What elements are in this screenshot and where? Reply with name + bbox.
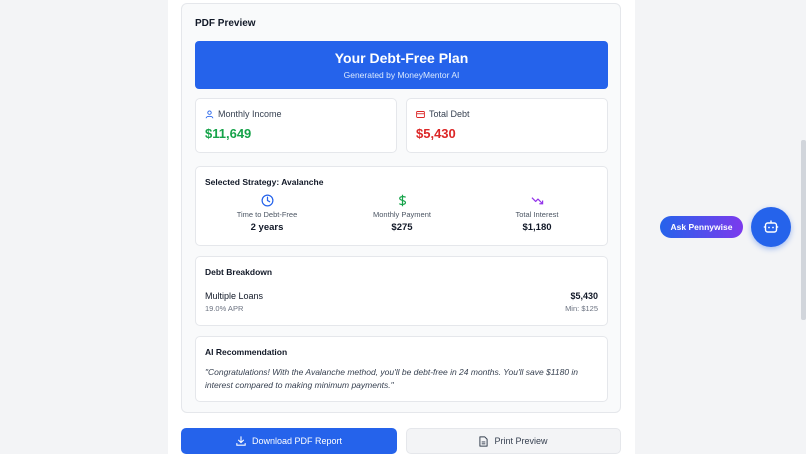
pdf-preview-card: PDF Preview Your Debt-Free Plan Generate…: [181, 3, 621, 413]
user-icon: [205, 110, 214, 119]
download-label: Download PDF Report: [251, 436, 343, 446]
recommendation-title: AI Recommendation: [205, 347, 288, 357]
credit-card-icon: [416, 111, 425, 118]
monthly-income-card: Monthly Income $11,649: [195, 98, 397, 153]
recommendation-text: "Congratulations! With the Avalanche met…: [205, 367, 579, 390]
income-label: Monthly Income: [218, 109, 282, 119]
breakdown-title: Debt Breakdown: [205, 267, 273, 277]
metric-interest: Total Interest $1,180: [472, 194, 602, 233]
bot-icon: [763, 220, 779, 233]
print-label: Print Preview: [494, 436, 548, 446]
debt-amount: $5,430: [570, 291, 598, 301]
debt-min-payment: Min: $125: [565, 304, 598, 313]
document-icon: [479, 435, 489, 447]
metric-interest-label: Total Interest: [515, 210, 559, 219]
preview-title: PDF Preview: [195, 18, 256, 29]
metric-time: Time to Debt-Free 2 years: [202, 194, 332, 233]
metric-payment: Monthly Payment $275: [337, 194, 467, 233]
total-debt-card: Total Debt $5,430: [406, 98, 608, 153]
debt-value: $5,430: [416, 126, 456, 141]
dollar-icon: [398, 194, 406, 207]
chatbot-button[interactable]: [751, 207, 791, 247]
plan-header: Your Debt-Free Plan Generated by MoneyMe…: [195, 41, 608, 89]
metric-interest-value: $1,180: [522, 222, 552, 233]
strategy-title: Selected Strategy: Avalanche: [205, 177, 324, 187]
plan-title: Your Debt-Free Plan: [334, 50, 469, 66]
plan-subtitle: Generated by MoneyMentor AI: [343, 70, 460, 80]
metric-payment-value: $275: [391, 222, 413, 233]
metric-time-label: Time to Debt-Free: [236, 210, 298, 219]
scrollbar[interactable]: [801, 140, 806, 320]
income-value: $11,649: [205, 126, 252, 141]
ask-pennywise-button[interactable]: Ask Pennywise: [660, 216, 743, 238]
debt-apr: 19.0% APR: [205, 304, 244, 313]
download-icon: [236, 436, 246, 446]
strategy-card: Selected Strategy: Avalanche Time to Deb…: [195, 166, 608, 246]
download-pdf-button[interactable]: Download PDF Report: [181, 428, 397, 454]
trending-down-icon: [531, 197, 543, 205]
debt-label: Total Debt: [429, 109, 470, 119]
metric-time-value: 2 years: [250, 222, 284, 233]
print-preview-button[interactable]: Print Preview: [406, 428, 621, 454]
ai-recommendation-card: AI Recommendation "Congratulations! With…: [195, 336, 608, 402]
ask-pennywise-label: Ask Pennywise: [670, 222, 733, 232]
clock-icon: [261, 194, 273, 207]
metric-payment-label: Monthly Payment: [373, 210, 431, 219]
debt-name: Multiple Loans: [205, 291, 264, 301]
debt-breakdown-card: Debt Breakdown Multiple Loans 19.0% APR …: [195, 256, 608, 326]
